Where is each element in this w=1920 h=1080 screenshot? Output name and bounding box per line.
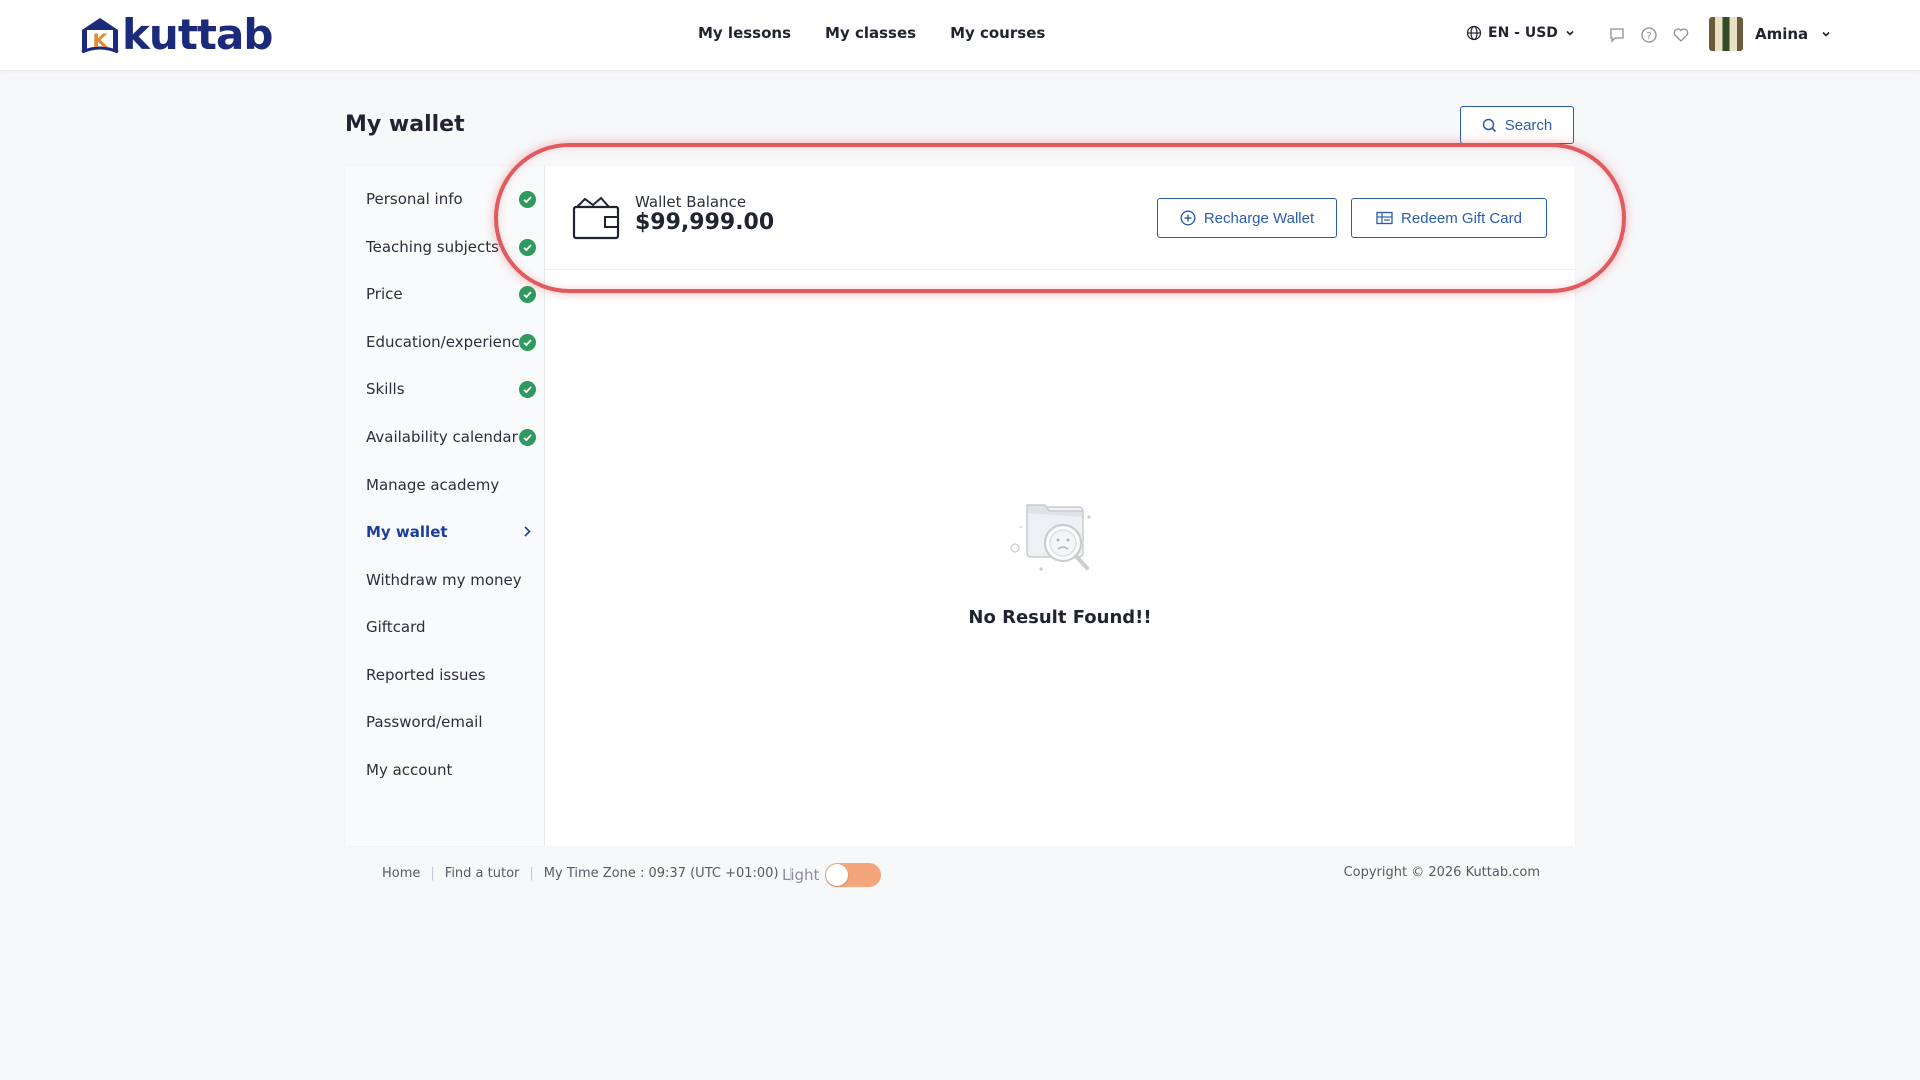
chevron-down-icon [1566, 30, 1574, 36]
globe-icon [1466, 25, 1482, 41]
wallet-content: Wallet Balance $99,999.00 Recharge Walle… [545, 166, 1575, 846]
kuttab-logo-icon: K [81, 18, 119, 54]
sidebar-item-label: My wallet [366, 523, 448, 541]
sidebar-item-label: Skills [366, 380, 405, 398]
settings-sidebar: Personal info Teaching subjects Price Ed… [345, 166, 545, 846]
check-circle-icon [519, 429, 536, 446]
chevron-down-icon [1822, 31, 1830, 37]
locale-label: EN - USD [1488, 25, 1558, 41]
chat-icon[interactable] [1608, 26, 1626, 44]
check-circle-icon [519, 334, 536, 351]
recharge-wallet-button[interactable]: Recharge Wallet [1157, 198, 1337, 238]
main-nav: My lessons My classes My courses [698, 24, 1045, 42]
nav-my-classes[interactable]: My classes [825, 24, 916, 42]
search-icon [1482, 118, 1496, 132]
sidebar-item-label: Withdraw my money [366, 571, 522, 589]
header-icons: ? [1608, 26, 1690, 44]
sidebar-item-password-email[interactable]: Password/email [366, 709, 536, 735]
check-circle-icon [519, 286, 536, 303]
footer-link-home[interactable]: Home [382, 866, 420, 881]
redeem-gift-card-label: Redeem Gift Card [1401, 209, 1522, 227]
svg-text:K: K [93, 30, 109, 52]
sidebar-item-education-experience[interactable]: Education/experience [366, 329, 536, 355]
nav-my-courses[interactable]: My courses [950, 24, 1045, 42]
brand-name: kuttab [122, 10, 273, 59]
check-circle-icon [519, 191, 536, 208]
search-button[interactable]: Search [1460, 106, 1574, 144]
chevron-right-icon [519, 523, 536, 540]
top-navigation-bar: K kuttab My lessons My classes My course… [0, 0, 1920, 71]
sidebar-item-label: My account [366, 761, 453, 779]
theme-label: Light [782, 866, 820, 884]
sidebar-item-label: Manage academy [366, 476, 500, 494]
brand-logo[interactable]: K kuttab [78, 10, 273, 59]
theme-switch: Light [782, 863, 882, 887]
sidebar-item-personal-info[interactable]: Personal info [366, 186, 536, 212]
page-title: My wallet [345, 112, 465, 137]
theme-toggle[interactable] [825, 863, 882, 887]
heart-icon[interactable] [1672, 26, 1690, 44]
sidebar-item-my-account[interactable]: My account [366, 757, 536, 783]
wallet-balance-label: Wallet Balance [635, 193, 747, 211]
footer-link-find-a-tutor[interactable]: Find a tutor [445, 866, 520, 881]
wallet-icon [572, 196, 620, 240]
search-button-label: Search [1504, 116, 1553, 134]
sidebar-item-label: Personal info [366, 190, 463, 208]
sidebar-item-my-wallet[interactable]: My wallet [366, 519, 536, 545]
redeem-gift-card-button[interactable]: Redeem Gift Card [1351, 198, 1547, 238]
sidebar-item-giftcard[interactable]: Giftcard [366, 614, 536, 640]
sidebar-item-price[interactable]: Price [366, 281, 536, 307]
footer-separator: | [430, 866, 435, 881]
toggle-knob [826, 864, 849, 886]
svg-text:?: ? [1646, 31, 1651, 42]
footer: Home | Find a tutor | My Time Zone : 09:… [382, 862, 1540, 888]
avatar [1709, 17, 1743, 51]
empty-folder-search-icon [1010, 504, 1091, 571]
nav-my-lessons[interactable]: My lessons [698, 24, 791, 42]
wallet-balance-bar: Wallet Balance $99,999.00 Recharge Walle… [545, 166, 1575, 270]
wallet-balance-value: $99,999.00 [635, 210, 775, 235]
footer-separator: | [529, 866, 534, 881]
sidebar-item-availability-calendar[interactable]: Availability calendar [366, 424, 536, 450]
timezone-text: My Time Zone : 09:37 (UTC +01:00) [543, 866, 779, 881]
sidebar-item-label: Password/email [366, 713, 483, 731]
user-menu[interactable]: Amina [1709, 17, 1832, 51]
check-circle-icon [519, 381, 536, 398]
sidebar-item-label: Education/experience [366, 333, 529, 351]
plus-circle-icon [1180, 210, 1196, 226]
sidebar-item-withdraw-my-money[interactable]: Withdraw my money [366, 567, 536, 593]
sidebar-item-manage-academy[interactable]: Manage academy [366, 472, 536, 498]
sidebar-item-label: Price [366, 285, 403, 303]
settings-card: Personal info Teaching subjects Price Ed… [345, 166, 1575, 846]
copyright-text: Copyright © 2026 Kuttab.com [1343, 865, 1540, 880]
sidebar-item-label: Giftcard [366, 618, 426, 636]
recharge-wallet-label: Recharge Wallet [1203, 209, 1315, 227]
sidebar-item-label: Availability calendar [366, 428, 518, 446]
sidebar-item-teaching-subjects[interactable]: Teaching subjects [366, 234, 536, 260]
gift-card-icon [1376, 211, 1393, 225]
empty-state-message: No Result Found!! [968, 607, 1152, 628]
check-circle-icon [519, 239, 536, 256]
locale-selector[interactable]: EN - USD [1466, 25, 1576, 41]
footer-links: Home | Find a tutor | My Time Zone : 09:… [382, 866, 803, 881]
sidebar-item-label: Teaching subjects [366, 238, 499, 256]
sidebar-item-skills[interactable]: Skills [366, 376, 536, 402]
sidebar-item-reported-issues[interactable]: Reported issues [366, 662, 536, 688]
help-icon[interactable]: ? [1640, 26, 1658, 44]
sidebar-item-label: Reported issues [366, 666, 486, 684]
user-name: Amina [1755, 25, 1809, 43]
